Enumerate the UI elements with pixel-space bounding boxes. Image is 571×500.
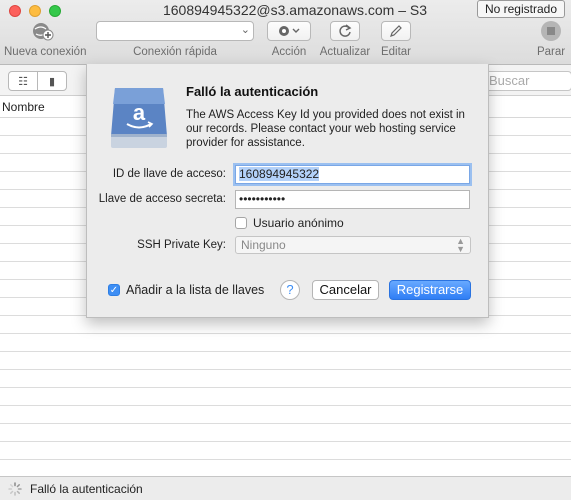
edit-label: Editar xyxy=(380,46,412,58)
ssh-key-value: Ninguno xyxy=(241,238,286,252)
chevron-down-icon: ⌄ xyxy=(240,24,250,36)
action-button[interactable]: Acción xyxy=(266,21,312,58)
window-titlebar-toolbar: 160894945322@s3.amazonaws.com – S3 No re… xyxy=(0,0,571,65)
edit-button[interactable]: Editar xyxy=(376,21,416,58)
anonymous-checkbox[interactable]: Usuario anónimo xyxy=(235,216,344,230)
bookmark-view-icon[interactable]: ▮ xyxy=(37,72,66,90)
quick-connect-control[interactable]: ⌄ Conexión rápida xyxy=(95,21,255,58)
globe-add-icon xyxy=(29,21,57,41)
status-text: Falló la autenticación xyxy=(30,481,143,496)
login-button[interactable]: Registrarse xyxy=(389,280,471,300)
anonymous-checkbox-box[interactable] xyxy=(235,217,247,229)
dialog-title: Falló la autenticación xyxy=(186,84,319,99)
close-window-button[interactable] xyxy=(9,5,21,17)
help-button[interactable]: ? xyxy=(280,280,300,300)
search-input[interactable]: Buscar xyxy=(482,71,571,91)
quick-connect-combobox[interactable]: ⌄ xyxy=(96,21,254,41)
registration-badge[interactable]: No registrado xyxy=(476,0,565,18)
access-key-input[interactable]: 160894945322 xyxy=(235,165,470,184)
refresh-icon xyxy=(330,21,360,41)
stop-icon xyxy=(538,21,564,41)
stop-label: Parar xyxy=(536,46,566,58)
keychain-label: Añadir a la lista de llaves xyxy=(126,283,265,297)
refresh-label: Actualizar xyxy=(319,46,371,58)
access-key-label: ID de llave de acceso: xyxy=(112,168,226,180)
updown-chevron-icon: ▲ ▼ xyxy=(456,236,465,254)
zoom-window-button[interactable] xyxy=(49,5,61,17)
amazon-disk-icon: a xyxy=(111,88,167,148)
secret-key-input[interactable]: ••••••••••• xyxy=(235,190,470,209)
window-title: 160894945322@s3.amazonaws.com – S3 xyxy=(162,2,428,18)
action-label: Acción xyxy=(271,46,307,58)
quick-connect-label: Conexión rápida xyxy=(133,46,217,58)
status-bar: Falló la autenticación xyxy=(0,476,571,500)
outline-view-icon[interactable]: ☷ xyxy=(9,72,37,90)
dialog-message: The AWS Access Key Id you provided does … xyxy=(186,109,465,149)
minimize-window-button[interactable] xyxy=(29,5,41,17)
cancel-button[interactable]: Cancelar xyxy=(312,280,379,300)
stop-button[interactable]: Parar xyxy=(534,21,568,58)
ssh-key-label: SSH Private Key: xyxy=(137,239,226,251)
view-mode-segmented-control[interactable]: ☷ ▮ xyxy=(8,71,67,91)
login-failed-dialog: a Falló la autenticación The AWS Access … xyxy=(86,64,489,318)
gear-icon xyxy=(267,21,311,41)
checkmark-icon[interactable]: ✓ xyxy=(108,284,120,296)
keychain-checkbox[interactable]: ✓ Añadir a la lista de llaves xyxy=(108,283,264,297)
ssh-key-select[interactable]: Ninguno ▲ ▼ xyxy=(235,236,471,254)
secret-key-label: Llave de acceso secreta: xyxy=(98,193,226,205)
refresh-button[interactable]: Actualizar xyxy=(319,21,371,58)
pencil-icon xyxy=(381,21,411,41)
access-key-value: 160894945322 xyxy=(239,167,320,181)
new-connection-label: Nueva conexión xyxy=(4,46,87,58)
spinner-icon xyxy=(8,481,22,496)
new-connection-button[interactable]: Nueva conexión xyxy=(4,21,87,58)
svg-text:a: a xyxy=(133,100,146,125)
anonymous-label: Usuario anónimo xyxy=(253,216,344,230)
